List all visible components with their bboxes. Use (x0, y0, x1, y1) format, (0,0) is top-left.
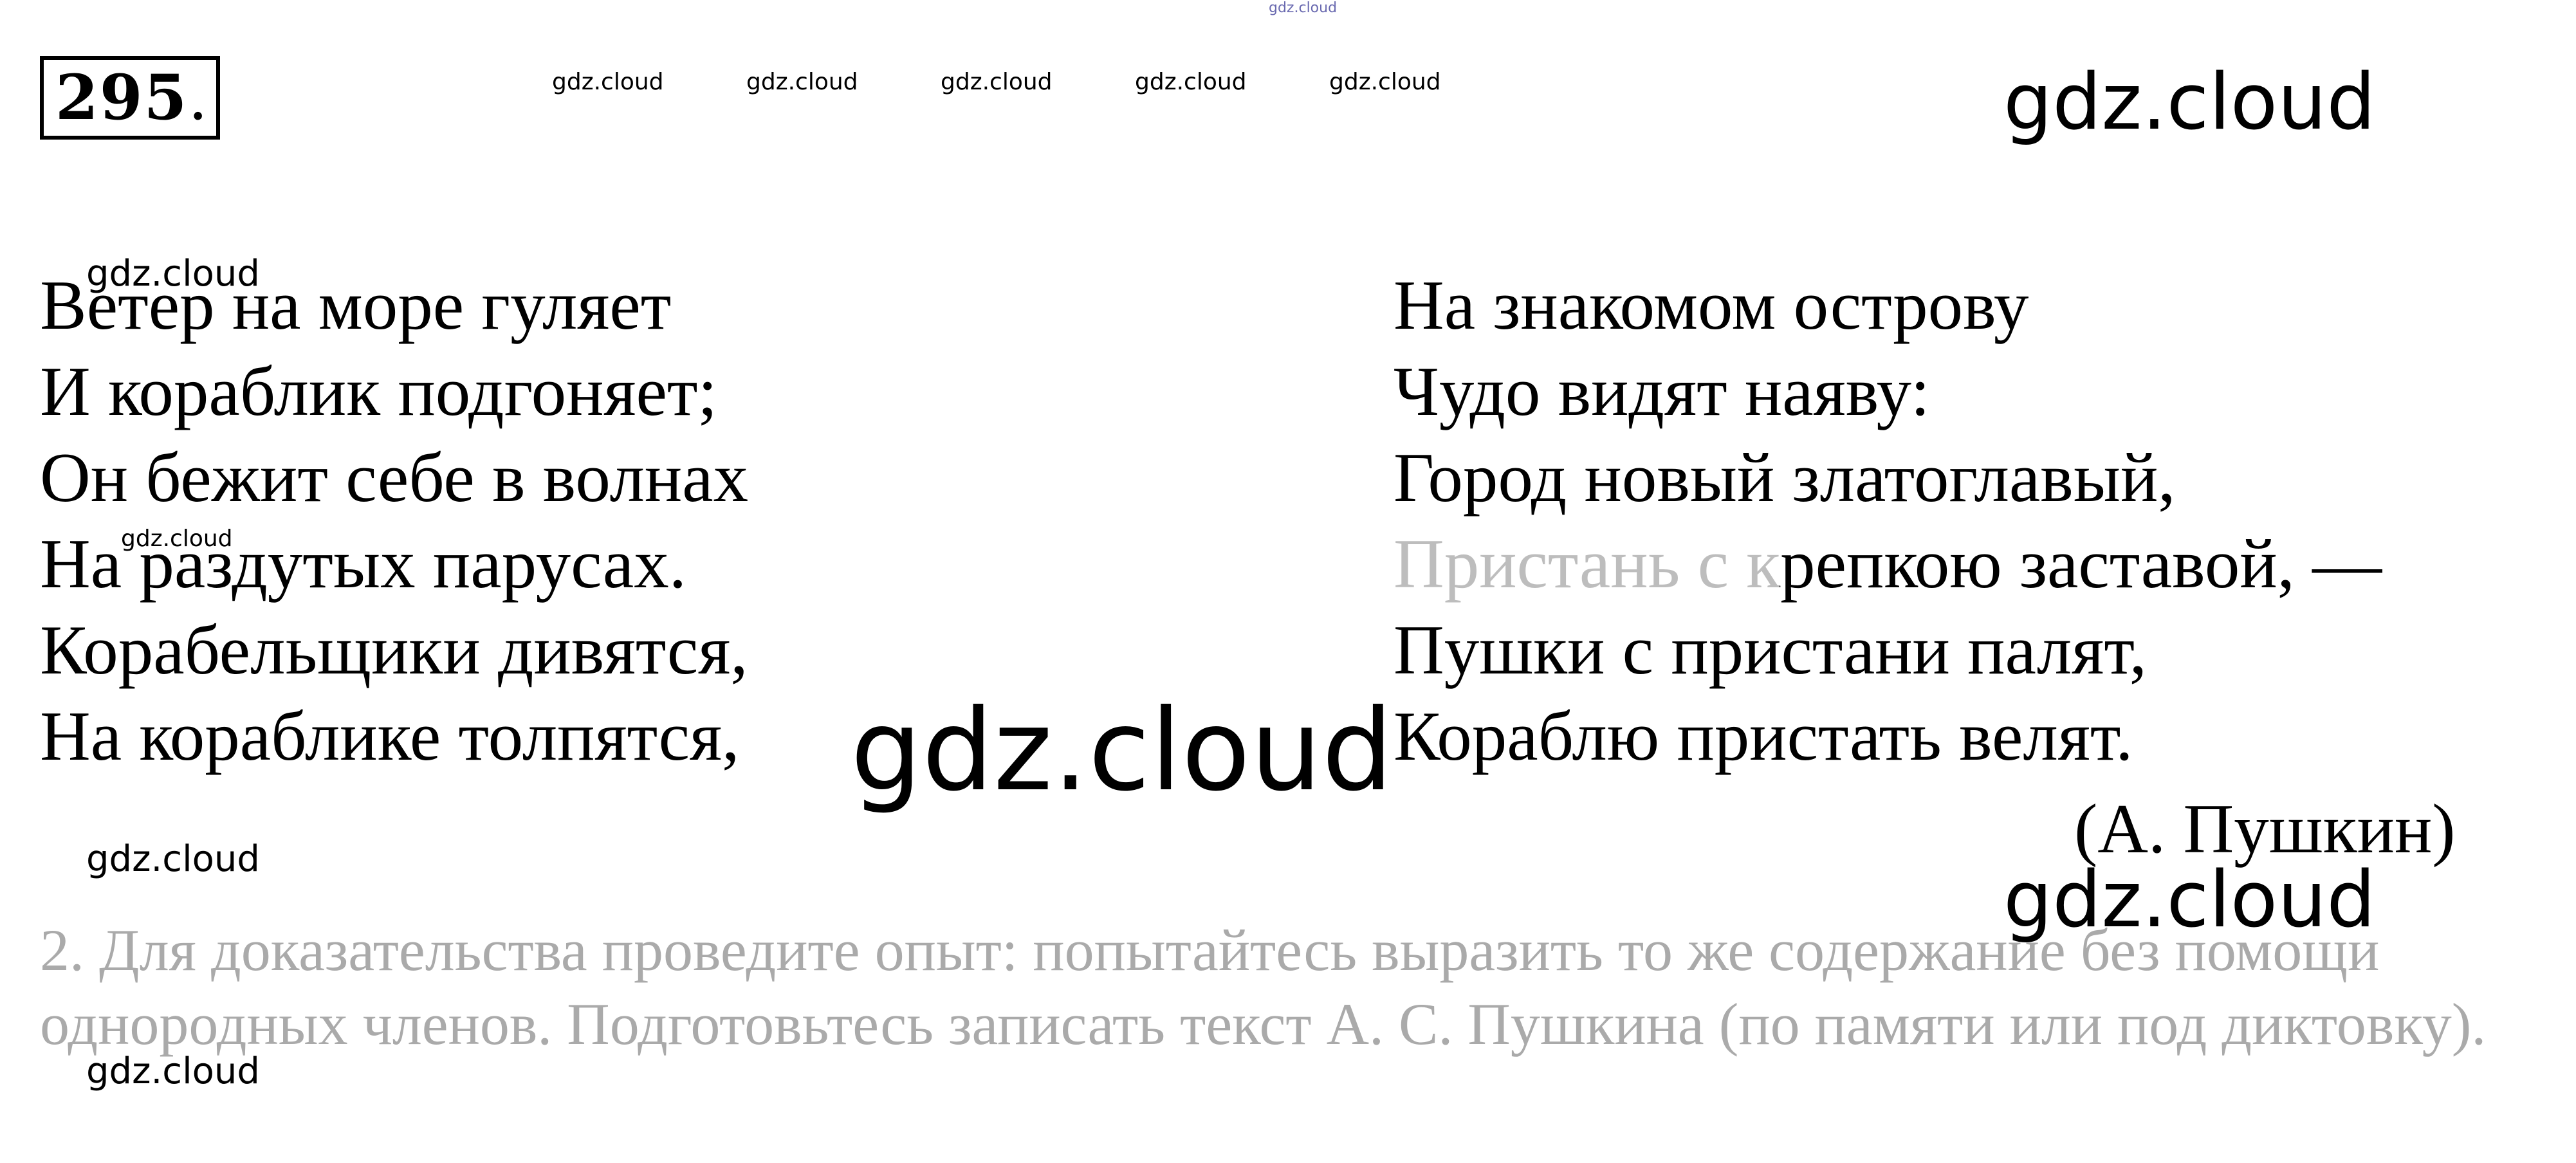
poem-line: Пушки с пристани палят, (1394, 611, 2148, 689)
exercise-number: 295 (55, 61, 189, 134)
watermark: gdz.cloud (86, 253, 260, 295)
watermark: gdz.cloud (552, 69, 664, 95)
watermark: gdz.cloud (2003, 58, 2376, 147)
poem-line: Он бежит себе в волнах (40, 439, 749, 517)
poem-line: На кораблике толпятся, (40, 697, 740, 775)
watermark: gdz.cloud (746, 69, 858, 95)
poem-line: На знакомом острову (1394, 266, 2029, 344)
poem-right-column: На знакомом острову Чудо видят наяву: Го… (1394, 262, 2382, 780)
textbook-page: 295. Ветер на море гуляет И кораблик под… (0, 0, 2576, 1163)
watermark: gdz.cloud (2003, 856, 2376, 945)
poem-line: Город новый златоглавый, (1394, 439, 2176, 517)
poem-line: Кораблю пристать велят. (1394, 697, 2133, 775)
watermark: gdz.cloud (1329, 69, 1441, 95)
exercise-number-box: 295. (40, 56, 220, 140)
watermark: gdz.cloud (851, 686, 1394, 816)
watermark: gdz.cloud (1269, 0, 1338, 16)
poem-line: Чудо видят наяву: (1394, 353, 1930, 430)
watermark: gdz.cloud (121, 526, 233, 552)
watermark: gdz.cloud (86, 838, 260, 880)
poem-left-column: Ветер на море гуляет И кораблик подгоняе… (40, 262, 748, 780)
watermark: gdz.cloud (86, 1050, 260, 1092)
poem-line: И кораблик подгоняет; (40, 353, 717, 430)
poem-line: Пристань с крепкою заставой, — (1394, 521, 2382, 607)
poem-line: Корабельщики дивятся, (40, 611, 748, 689)
watermark: gdz.cloud (941, 69, 1053, 95)
watermark: gdz.cloud (1135, 69, 1247, 95)
exercise-number-dot: . (188, 62, 209, 134)
